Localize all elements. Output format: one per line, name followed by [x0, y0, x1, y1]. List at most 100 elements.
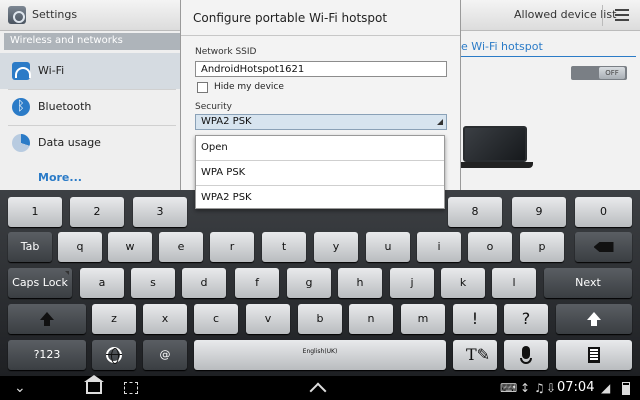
key-v[interactable]: v: [246, 304, 290, 334]
space-language-label: English(UK): [302, 348, 338, 355]
key-u[interactable]: u: [366, 232, 410, 262]
data-usage-icon: [12, 134, 30, 152]
sidebar-item-data-usage[interactable]: Data usage: [0, 125, 180, 161]
music-icon: ♫: [534, 381, 545, 395]
keyboard-status-icon: ⌨: [500, 381, 518, 395]
key-question[interactable]: ?: [504, 304, 548, 334]
key-x[interactable]: x: [143, 304, 187, 334]
key-b[interactable]: b: [298, 304, 342, 334]
security-selected-value: WPA2 PSK: [201, 116, 252, 127]
key-0[interactable]: 0: [575, 197, 632, 227]
laptop-base-illustration: [457, 162, 533, 168]
system-bar: ⌄ ⌨ ↕ ♫ ⇩ 07:04 ◢: [0, 375, 640, 400]
handwriting-key[interactable]: T✎: [453, 340, 497, 370]
key-q[interactable]: q: [58, 232, 102, 262]
key-e[interactable]: e: [159, 232, 203, 262]
wifi-icon: [12, 62, 31, 80]
action-bar-divider: [602, 5, 603, 26]
ssid-input[interactable]: [195, 61, 447, 77]
key-k[interactable]: k: [441, 268, 485, 298]
dialog-title: Configure portable Wi-Fi hotspot: [193, 11, 388, 25]
settings-sidebar: Wireless and networks Wi-Fi Bluetooth Da…: [0, 31, 180, 190]
sidebar-item-label: Data usage: [38, 136, 101, 149]
key-l[interactable]: l: [492, 268, 536, 298]
key-h[interactable]: h: [338, 268, 382, 298]
keyboard-hide-icon[interactable]: [309, 382, 327, 400]
key-o[interactable]: o: [468, 232, 512, 262]
key-y[interactable]: y: [314, 232, 358, 262]
dialog-title-divider: [181, 35, 460, 36]
shift-left-key[interactable]: [8, 304, 86, 334]
key-d[interactable]: d: [182, 268, 226, 298]
microphone-stand: [520, 358, 532, 364]
key-c[interactable]: c: [194, 304, 238, 334]
recent-apps-icon[interactable]: [124, 382, 138, 394]
key-n[interactable]: n: [349, 304, 393, 334]
backspace-key[interactable]: [575, 232, 632, 262]
caps-lock-label: Caps Lock: [12, 276, 68, 289]
dropdown-arrow-icon: [437, 119, 443, 125]
backspace-icon: [593, 242, 614, 252]
key-m[interactable]: m: [401, 304, 445, 334]
shift-arrow-stem: [44, 320, 50, 326]
sidebar-item-label: Bluetooth: [38, 100, 92, 113]
device-screen: Settings Allowed device list Wireless an…: [0, 0, 640, 400]
key-2[interactable]: 2: [70, 197, 124, 227]
key-3[interactable]: 3: [133, 197, 187, 227]
key-p[interactable]: p: [520, 232, 564, 262]
home-icon[interactable]: [84, 375, 104, 394]
hide-device-checkbox[interactable]: [197, 82, 208, 93]
section-header-wireless: Wireless and networks: [4, 33, 180, 50]
clipboard-key[interactable]: [556, 340, 632, 370]
sync-icon: ↕: [520, 381, 531, 395]
shift-arrow-icon: [587, 312, 601, 320]
language-key[interactable]: [92, 340, 136, 370]
settings-app-icon: [8, 6, 26, 24]
bluetooth-icon: [12, 98, 30, 116]
symbols-key[interactable]: ?123: [8, 340, 86, 370]
menu-icon[interactable]: [615, 9, 629, 21]
clipboard-icon: [588, 347, 600, 363]
on-screen-keyboard: 1 2 3 8 9 0 Tab q w e r t y u i o p Caps…: [0, 190, 640, 376]
shift-arrow-icon: [40, 312, 54, 320]
key-a[interactable]: a: [80, 268, 124, 298]
security-options-dropdown: Open WPA PSK WPA2 PSK: [195, 135, 445, 209]
sidebar-item-wifi[interactable]: Wi-Fi: [0, 53, 180, 89]
tab-key[interactable]: Tab: [8, 232, 52, 262]
voice-input-key[interactable]: [504, 340, 548, 370]
sidebar-item-bluetooth[interactable]: Bluetooth: [0, 89, 180, 125]
key-r[interactable]: r: [210, 232, 254, 262]
key-8[interactable]: 8: [448, 197, 502, 227]
security-label: Security: [195, 102, 232, 112]
hide-device-label[interactable]: Hide my device: [214, 82, 284, 92]
caps-lock-key[interactable]: Caps Lock: [8, 268, 72, 298]
text-pen-icon: T✎: [466, 345, 491, 364]
back-icon[interactable]: ⌄: [14, 380, 26, 396]
key-1[interactable]: 1: [8, 197, 62, 227]
key-exclamation[interactable]: !: [453, 304, 497, 334]
security-option-open[interactable]: Open: [196, 136, 444, 160]
clock[interactable]: 07:04: [557, 379, 594, 397]
caps-indicator-icon: [65, 271, 69, 275]
hotspot-toggle[interactable]: OFF: [571, 66, 627, 80]
key-i[interactable]: i: [417, 232, 461, 262]
security-option-wpa-psk[interactable]: WPA PSK: [196, 161, 444, 185]
sidebar-item-label: Wi-Fi: [38, 64, 65, 77]
shift-right-key[interactable]: [556, 304, 632, 334]
key-z[interactable]: z: [92, 304, 136, 334]
detail-title: ble Wi-Fi hotspot: [451, 40, 543, 53]
key-j[interactable]: j: [390, 268, 434, 298]
at-key[interactable]: @: [143, 340, 187, 370]
security-option-wpa2-psk[interactable]: WPA2 PSK: [196, 186, 444, 210]
key-g[interactable]: g: [287, 268, 331, 298]
key-f[interactable]: f: [235, 268, 279, 298]
space-key[interactable]: English(UK): [194, 340, 446, 370]
key-w[interactable]: w: [108, 232, 152, 262]
next-key[interactable]: Next: [544, 268, 632, 298]
ssid-label: Network SSID: [195, 47, 257, 57]
key-t[interactable]: t: [262, 232, 306, 262]
key-9[interactable]: 9: [512, 197, 566, 227]
sidebar-more-link[interactable]: More...: [38, 171, 82, 184]
key-s[interactable]: s: [131, 268, 175, 298]
security-select[interactable]: WPA2 PSK: [195, 114, 447, 130]
